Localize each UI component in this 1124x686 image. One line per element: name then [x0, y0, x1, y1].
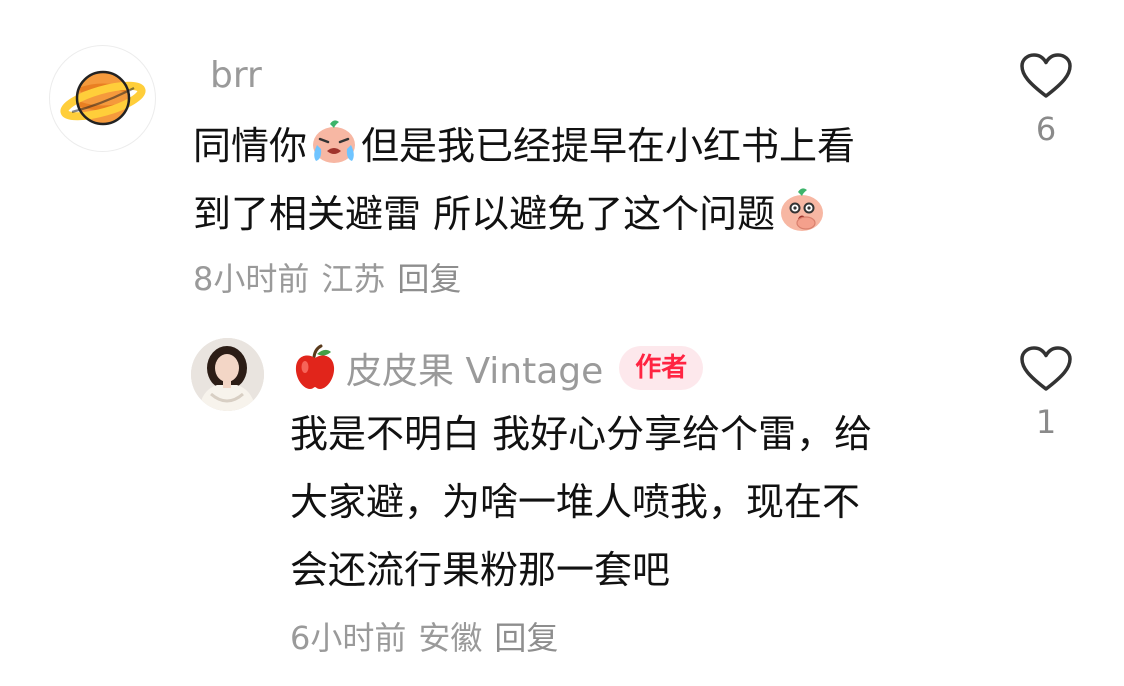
author-badge: 作者 [619, 346, 704, 390]
comment-text-line: 同情你 但是我已经提早在小红书上看 [193, 112, 913, 180]
planet-icon [60, 70, 146, 126]
comment-username[interactable]: 皮皮果 Vintage [346, 342, 603, 394]
comment-text: 我是不明白 我好心分享给个雷，给 大家避，为啥一堆人喷我，现在不 会还流行果粉那… [290, 400, 970, 604]
heart-icon[interactable] [1019, 345, 1073, 393]
comment-text-line: 大家避，为啥一堆人喷我，现在不 [290, 480, 861, 524]
reply-button[interactable]: 回复 [397, 260, 461, 298]
comment-text-line: 我是不明白 我好心分享给个雷，给 [290, 412, 873, 456]
like-count: 1 [1035, 403, 1057, 441]
comment-username[interactable]: brr [210, 55, 262, 96]
comment-meta: 6小时前 安徽 回复 [290, 613, 558, 659]
woman-avatar-icon [191, 338, 264, 411]
comment-text-line: 到了相关避雷 所以避免了这个问题 [193, 180, 913, 248]
comment-location: 安徽 [418, 619, 483, 657]
red-apple-icon [290, 343, 340, 393]
comment-text-segment: 到了相关避雷 所以避免了这个问题 [193, 192, 776, 236]
shocked-face-emoji [776, 183, 828, 235]
comment-time: 8小时前 [193, 260, 310, 298]
avatar[interactable] [191, 338, 264, 411]
like-block: 1 [1016, 345, 1076, 441]
like-block: 6 [1016, 52, 1076, 148]
comment-text-line: 会还流行果粉那一套吧 [290, 548, 671, 592]
comment-location: 江苏 [321, 260, 386, 298]
comment-text: 同情你 但是我已经提早在小红书上看 到了相关避雷 所以避免了这个问题 [193, 112, 913, 248]
avatar[interactable] [49, 45, 156, 152]
comment-text-segment: 同情你 [193, 124, 308, 168]
comment-meta: 8小时前 江苏 回复 [193, 254, 461, 300]
crying-face-emoji [308, 115, 360, 167]
comment-header: 皮皮果 Vintage 作者 [290, 340, 704, 396]
comment-time: 6小时前 [290, 619, 407, 657]
like-count: 6 [1035, 110, 1057, 148]
heart-icon[interactable] [1019, 52, 1073, 100]
comment-text-segment: 但是我已经提早在小红书上看 [361, 124, 856, 168]
reply-button[interactable]: 回复 [494, 619, 558, 657]
